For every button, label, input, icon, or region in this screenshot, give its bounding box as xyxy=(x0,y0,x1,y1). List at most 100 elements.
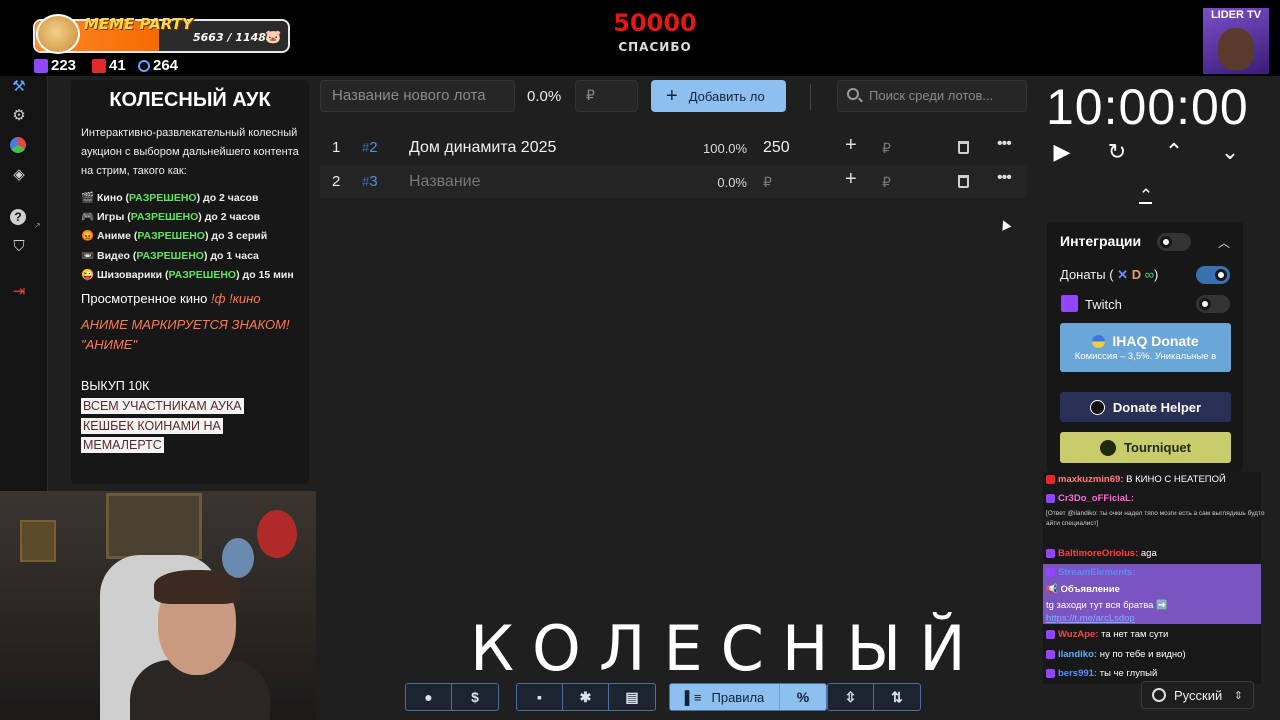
integrations-toggle[interactable] xyxy=(1157,233,1191,251)
sort-icon[interactable]: ⇅ xyxy=(874,684,920,710)
gavel-icon[interactable]: ⚒ xyxy=(10,78,28,96)
rule-limit: до 3 серий xyxy=(211,230,268,242)
movie-icon: 🎬 xyxy=(81,192,95,204)
toggle-knob xyxy=(1215,269,1227,281)
percent-toggle-button[interactable]: % xyxy=(780,684,826,710)
watched-label: Просмотренное кино xyxy=(81,291,208,306)
chevron-down-icon[interactable]: ⌄ xyxy=(1217,139,1243,165)
chat-user: bers991: xyxy=(1058,668,1098,679)
chat-message: bers991: ты че глупый xyxy=(1046,668,1157,679)
lot-name[interactable]: Дом динамита 2025 xyxy=(409,139,556,157)
watched-movies-note: Просмотренное кино !ф !кино xyxy=(81,291,260,306)
github-icon[interactable]: ● xyxy=(406,684,452,710)
rule-name: Видео xyxy=(97,250,130,262)
live-icon xyxy=(92,58,106,73)
doge-icon xyxy=(36,14,80,54)
announcement-link[interactable]: https://t.me/arcLsdop xyxy=(1046,613,1135,624)
videotape-icon: 📼 xyxy=(81,250,95,262)
more-options-icon[interactable]: ••• xyxy=(997,169,1012,187)
layout-toolbar: ⇳ ⇅ xyxy=(827,683,921,711)
lot-row[interactable]: 1 #2 Дом динамита 2025 100.0% 250 + ₽ ••… xyxy=(320,131,1027,164)
chevron-up-down-icon: ⇕ xyxy=(1233,689,1243,702)
lot-row[interactable]: 2 #3 Название 0.0% ₽ + ₽ ••• xyxy=(320,165,1027,198)
settings-gear-icon[interactable]: ⚙ xyxy=(10,107,28,125)
live-badge-icon xyxy=(1046,474,1055,484)
help-icon[interactable]: ? xyxy=(10,209,26,225)
rule-status: РАЗРЕШЕНО xyxy=(137,230,205,242)
new-lot-name-input[interactable]: Название нового лота xyxy=(320,80,515,112)
more-options-icon[interactable]: ••• xyxy=(997,135,1012,153)
donate-helper-button[interactable]: Donate Helper xyxy=(1060,392,1231,422)
donationalerts-icon: D xyxy=(1131,267,1142,282)
layers-icon[interactable]: ◈ xyxy=(10,166,28,184)
save-icon[interactable]: ▪ xyxy=(517,684,563,710)
highlight-line: ВСЕМ УЧАСТНИКАМ АУКА xyxy=(81,398,244,414)
ihaq-donate-button[interactable]: IHAQ Donate Комиссия – 3,5%. Уникальные … xyxy=(1060,323,1231,372)
delete-all-icon[interactable]: ▤ xyxy=(609,684,655,710)
toolbar-divider xyxy=(810,84,811,110)
add-lot-label: Добавить ло xyxy=(688,88,765,104)
bug-icon[interactable]: ✱ xyxy=(563,684,609,710)
trash-icon[interactable] xyxy=(958,141,969,154)
live-viewers-stat: 41 xyxy=(92,57,126,74)
add-amount-plus-icon[interactable]: + xyxy=(845,134,857,157)
chat-user: BaltimoreOriolus: xyxy=(1058,548,1139,559)
anime-marking-note: АНИМЕ МАРКИРУЕТСЯ ЗНАКОМ! "АНИМЕ" xyxy=(81,317,290,352)
lot-amount[interactable]: ₽ xyxy=(763,174,772,191)
wheel-icon[interactable] xyxy=(10,137,26,153)
data-toolbar: ▪ ✱ ▤ xyxy=(516,683,656,711)
twitch-icon xyxy=(34,58,48,73)
reset-icon[interactable]: ↻ xyxy=(1104,139,1130,165)
new-lot-price-input[interactable]: ₽ xyxy=(575,80,638,112)
chat-user: ilandiko: xyxy=(1058,649,1098,660)
rules-icon: ▌≡ xyxy=(684,689,702,705)
collapse-icon[interactable]: ⌃ xyxy=(1136,186,1156,206)
add-amount-plus-icon[interactable]: + xyxy=(845,168,857,191)
lot-name[interactable]: Название xyxy=(409,173,481,191)
infinity-icon: ∞ xyxy=(1144,267,1154,282)
twitch-badge-icon xyxy=(1046,548,1055,558)
lot-number: #2 xyxy=(362,139,378,156)
donations-toggle[interactable] xyxy=(1196,266,1230,284)
twitch-badge-icon xyxy=(1046,493,1055,503)
tourniquet-button[interactable]: Tourniquet xyxy=(1060,432,1231,463)
lot-search-input[interactable]: Поиск среди лотов... xyxy=(837,80,1027,112)
rules-button[interactable]: ▌≡ Правила xyxy=(670,684,780,710)
compact-rows-icon[interactable]: ⇳ xyxy=(828,684,874,710)
trash-icon[interactable] xyxy=(958,175,969,188)
donate-helper-icon xyxy=(1089,399,1105,415)
lot-add-amount-input[interactable]: ₽ xyxy=(882,174,891,191)
chat-user: maxkuzmin69: xyxy=(1058,474,1124,485)
x-service-icon: ✕ xyxy=(1117,267,1129,282)
twitch-label: Twitch xyxy=(1085,297,1122,312)
twitch-viewers-count: 223 xyxy=(51,57,77,74)
lot-add-amount-input[interactable]: ₽ xyxy=(882,140,891,157)
announcement-label: 📢 Объявление xyxy=(1046,584,1120,595)
toggle-knob xyxy=(1160,236,1172,248)
play-icon[interactable]: ▶ xyxy=(1049,139,1075,165)
auction-timer: 10:00:00 xyxy=(1046,79,1249,135)
rule-limit: до 15 мин xyxy=(242,269,294,281)
chat-text: ты че глупый xyxy=(1099,668,1158,679)
twitch-badge-icon xyxy=(1046,668,1055,678)
rule-name: Аниме xyxy=(97,230,131,242)
logout-icon[interactable]: ⇥ xyxy=(10,283,28,301)
rules-label: Правила xyxy=(711,689,765,705)
watched-command: !ф !кино xyxy=(211,291,261,306)
rule-status: РАЗРЕШЕНО xyxy=(136,250,204,262)
donation-goal-label: СПАСИБО xyxy=(618,40,692,54)
lot-amount[interactable]: 250 xyxy=(763,139,790,157)
angry-face-icon: 😡 xyxy=(81,230,95,242)
chevron-up-icon[interactable]: ⌃ xyxy=(1161,139,1187,165)
wheel-overlay-title: КОЛЕСНЫЙ xyxy=(470,612,984,685)
donate-dollar-button[interactable]: $ xyxy=(452,684,498,710)
rule-games: 🎮 Игры (РАЗРЕШЕНО) до 2 часов xyxy=(81,211,261,223)
shield-check-icon[interactable]: ⛉ xyxy=(10,238,28,256)
add-lot-button[interactable]: + Добавить ло xyxy=(651,80,786,112)
twitch-toggle[interactable] xyxy=(1196,295,1230,313)
lot-number: #3 xyxy=(362,173,378,190)
chevron-up-icon[interactable]: ︿ xyxy=(1218,234,1230,251)
lot-number-value: 2 xyxy=(369,139,378,156)
language-select[interactable]: Русский ⇕ xyxy=(1141,681,1254,709)
rule-name: Игры xyxy=(97,211,125,223)
